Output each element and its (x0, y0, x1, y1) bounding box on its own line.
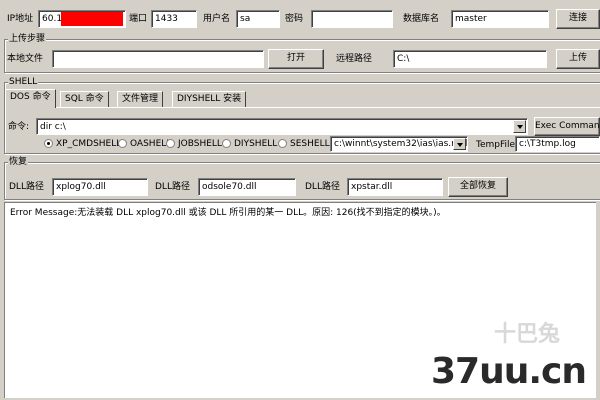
username-input[interactable]: sa (236, 10, 280, 28)
chevron-down-icon[interactable] (513, 120, 526, 133)
radio-xp-cmdshell[interactable] (44, 139, 53, 148)
tab-sql-command[interactable]: SQL 命令 (60, 91, 109, 108)
dll-path-label-2: DLL路径 (155, 182, 190, 192)
upload-section-title: 上传步骤 (8, 34, 47, 45)
tab-dos-command[interactable]: DOS 命令 (5, 89, 56, 108)
restore-all-button[interactable]: 全部恢复 (448, 177, 508, 197)
radio-seshell-label: SESHELL (290, 139, 330, 149)
command-value: dir c:\ (40, 122, 66, 132)
exec-command-button[interactable]: Exec Command (534, 117, 600, 136)
tab-diyshell-install[interactable]: DIYSHELL 安装 (172, 91, 247, 108)
dll-path-label-3: DLL路径 (305, 182, 340, 192)
port-input[interactable]: 1433 (151, 10, 197, 28)
shell-section-title: SHELL (8, 77, 39, 88)
restore-section-title: 恢复 (8, 157, 29, 168)
open-button[interactable]: 打开 (268, 49, 324, 69)
radio-seshell[interactable] (278, 139, 287, 148)
ip-input[interactable]: 60.1 (38, 10, 126, 28)
database-label: 数据库名 (403, 14, 440, 24)
local-file-input[interactable] (52, 50, 264, 68)
tempfile-label: TempFile (476, 140, 516, 150)
watermark-logo: 37uu.cn (431, 351, 587, 392)
radio-jobshell[interactable] (166, 139, 175, 148)
remote-path-input[interactable]: C:\ (393, 50, 547, 68)
redaction-block (61, 12, 123, 26)
dll-path-input-1[interactable]: xplog70.dll (52, 178, 148, 196)
radio-xp-cmdshell-label: XP_CMDSHELL (56, 139, 122, 149)
database-input[interactable]: master (451, 10, 549, 28)
mdb-path-combo[interactable]: c:\winnt\system32\ias\ias.mdb (330, 136, 468, 152)
dll-path-input-2[interactable]: odsole70.dll (198, 178, 296, 196)
ip-value: 60.1 (42, 14, 63, 24)
radio-oashell[interactable] (118, 139, 127, 148)
chevron-down-icon[interactable] (453, 138, 466, 150)
remote-path-label: 远程路径 (336, 54, 373, 64)
dll-path-label-1: DLL路径 (9, 182, 44, 192)
radio-jobshell-label: JOBSHELL (178, 139, 222, 149)
connect-button[interactable]: 连接 (556, 9, 600, 29)
upload-button[interactable]: 上传 (556, 49, 600, 69)
tab-file-manager[interactable]: 文件管理 (117, 91, 164, 108)
radio-diyshell[interactable] (222, 139, 231, 148)
tab-divider (5, 107, 600, 108)
watermark-small-text: 十巴兔 (493, 322, 560, 347)
output-text: Error Message:无法装载 DLL xplog70.dll 或该 DL… (10, 208, 446, 218)
command-label: 命令: (8, 122, 30, 132)
username-label: 用户名 (203, 14, 231, 24)
port-label: 端口 (129, 14, 148, 24)
local-file-label: 本地文件 (7, 54, 44, 64)
command-combo[interactable]: dir c:\ (36, 118, 528, 135)
ip-label: IP地址 (7, 14, 34, 24)
radio-diyshell-label: DIYSHELL (234, 139, 278, 149)
password-input[interactable] (311, 10, 393, 28)
mdb-path-value: c:\winnt\system32\ias\ias.mdb (334, 139, 468, 149)
tempfile-input[interactable]: c:\T3tmp.log (515, 136, 600, 152)
password-label: 密码 (285, 14, 304, 24)
dll-path-input-3[interactable]: xpstar.dll (347, 178, 443, 196)
